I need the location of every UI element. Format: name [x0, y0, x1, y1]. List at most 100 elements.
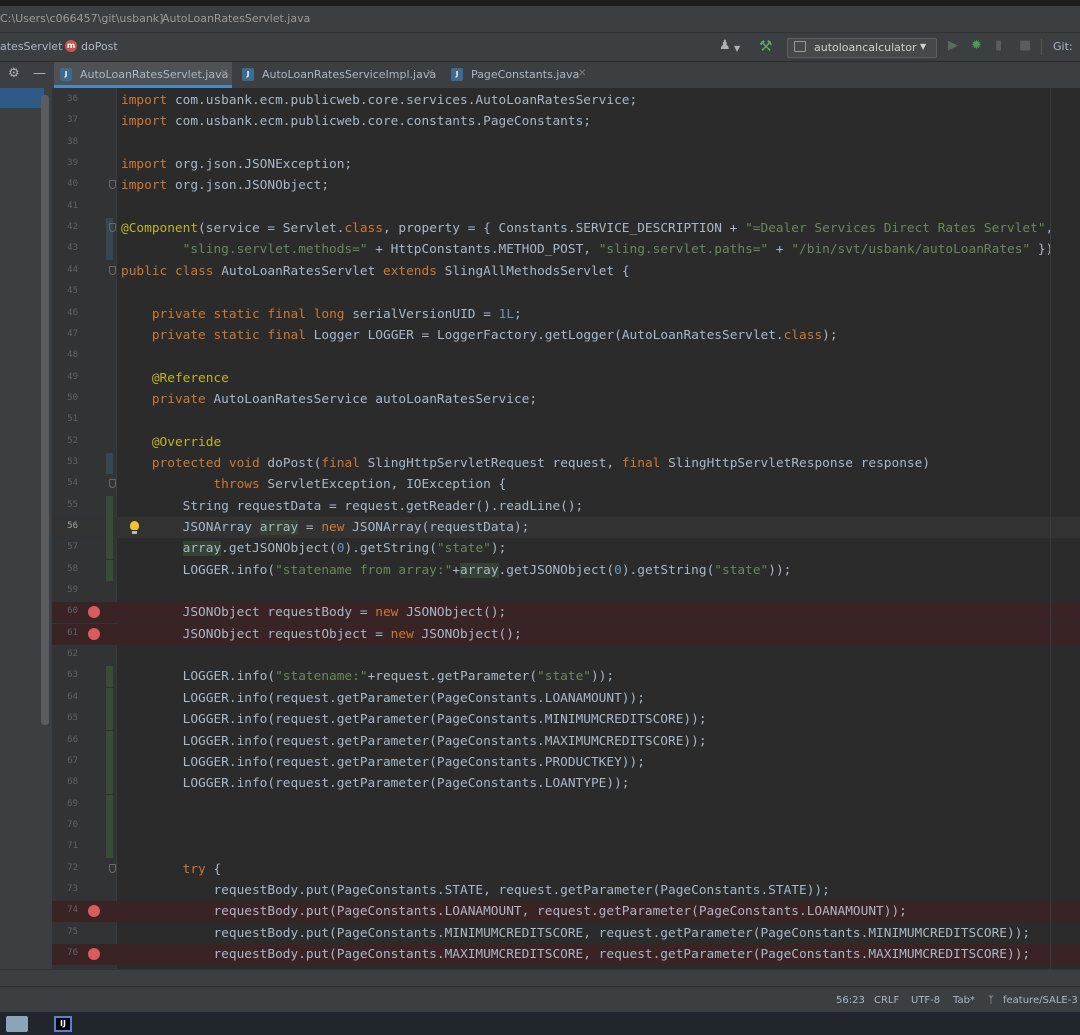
line-number[interactable]: 43	[52, 243, 78, 253]
line-number[interactable]: 61	[52, 628, 78, 638]
vcs-change-marker[interactable]	[106, 815, 113, 837]
line-number[interactable]: 40	[52, 179, 78, 189]
code-line[interactable]: 65 LOGGER.info(request.getParameter(Page…	[52, 709, 1080, 731]
code-line[interactable]: 41	[52, 197, 1080, 218]
line-number[interactable]: 56	[52, 521, 78, 531]
code-line[interactable]: 68 LOGGER.info(request.getParameter(Page…	[52, 773, 1080, 795]
code-line[interactable]: 58 LOGGER.info("statename from array:"+a…	[52, 559, 1080, 581]
code-text[interactable]: requestBody.put(PageConstants.MAXIMUMCRE…	[121, 945, 1030, 964]
code-text[interactable]: requestBody.put(PageConstants.STATE, req…	[121, 881, 829, 900]
code-text[interactable]: import com.usbank.ecm.publicweb.core.ser…	[121, 91, 637, 110]
run-icon[interactable]: ▶	[948, 39, 958, 53]
line-number[interactable]: 46	[52, 308, 78, 318]
code-line[interactable]: 67 LOGGER.info(request.getParameter(Page…	[52, 751, 1080, 773]
code-editor[interactable]: 36 import com.usbank.ecm.publicweb.core.s…	[52, 88, 1080, 969]
code-text[interactable]: LOGGER.info(request.getParameter(PageCon…	[121, 710, 707, 729]
minimize-icon[interactable]: —	[33, 67, 46, 81]
line-number[interactable]: 67	[52, 756, 78, 766]
code-line[interactable]: 69	[52, 794, 1080, 816]
line-number[interactable]: 76	[52, 948, 78, 958]
code-line[interactable]: 55 String requestData = request.getReade…	[52, 495, 1080, 517]
line-number[interactable]: 48	[52, 350, 78, 360]
line-number[interactable]: 38	[52, 137, 78, 147]
code-line[interactable]: 64 LOGGER.info(request.getParameter(Page…	[52, 687, 1080, 709]
code-line[interactable]: 60 JSONObject requestBody = new JSONObje…	[52, 602, 1080, 624]
code-text[interactable]: LOGGER.info(request.getParameter(PageCon…	[121, 732, 707, 751]
code-text[interactable]: LOGGER.info(request.getParameter(PageCon…	[121, 689, 645, 708]
fold-icon[interactable]	[109, 863, 116, 873]
indent-setting[interactable]: Tab*	[953, 995, 975, 1006]
line-number[interactable]: 45	[52, 286, 78, 296]
fold-icon[interactable]	[109, 479, 116, 489]
line-number[interactable]: 75	[52, 927, 78, 937]
code-line[interactable]: 74 requestBody.put(PageConstants.LOANAMO…	[52, 901, 1080, 923]
code-line[interactable]: 66 LOGGER.info(request.getParameter(Page…	[52, 730, 1080, 752]
breakpoint-icon[interactable]	[88, 905, 100, 918]
line-number[interactable]: 55	[52, 500, 78, 510]
code-line[interactable]: 70	[52, 815, 1080, 837]
line-number[interactable]: 54	[52, 478, 78, 488]
code-text[interactable]: JSONArray array = new JSONArray(requestD…	[121, 518, 529, 537]
line-number[interactable]: 65	[52, 713, 78, 723]
code-line[interactable]: 53 protected void doPost(final SlingHttp…	[52, 452, 1080, 474]
line-number[interactable]: 47	[52, 329, 78, 339]
vcs-change-marker[interactable]	[106, 495, 113, 517]
line-number[interactable]: 72	[52, 863, 78, 873]
line-number[interactable]: 68	[52, 777, 78, 787]
code-text[interactable]: "sling.servlet.methods=" + HttpConstants…	[121, 240, 1054, 259]
code-line[interactable]: 72 try {	[52, 859, 1080, 880]
line-number[interactable]: 73	[52, 884, 78, 894]
code-text[interactable]: private static final Logger LOGGER = Log…	[121, 326, 838, 345]
vcs-change-marker[interactable]	[106, 751, 113, 773]
vcs-change-marker[interactable]	[106, 837, 113, 859]
code-line[interactable]: 50 private AutoLoanRatesService autoLoan…	[52, 389, 1080, 410]
code-text[interactable]: @Reference	[121, 369, 229, 388]
breakpoint-icon[interactable]	[88, 627, 100, 640]
code-text[interactable]: requestBody.put(PageConstants.LOANAMOUNT…	[121, 902, 906, 921]
line-separator[interactable]: CRLF	[874, 995, 899, 1006]
code-text[interactable]: import org.json.JSONException;	[121, 155, 352, 174]
code-line[interactable]: 54 throws ServletException, IOException …	[52, 474, 1080, 495]
code-text[interactable]: @Override	[121, 433, 221, 452]
code-line[interactable]: 42 @Component(service = Servlet.class, pr…	[52, 218, 1080, 240]
code-text[interactable]: protected void doPost(final SlingHttpSer…	[121, 454, 930, 473]
code-text[interactable]: requestBody.put(PageConstants.MINIMUMCRE…	[121, 924, 1030, 943]
tab-autoloanratesservlet[interactable]: J AutoLoanRatesServlet.java ✕	[54, 62, 232, 88]
code-text[interactable]: private static final long serialVersionU…	[121, 305, 522, 324]
sidebar-scrollbar[interactable]	[41, 95, 49, 725]
code-line[interactable]: 51	[52, 410, 1080, 431]
code-line[interactable]: 49 @Reference	[52, 368, 1080, 389]
line-number[interactable]: 60	[52, 606, 78, 616]
code-text[interactable]: JSONObject requestObject = new JSONObjec…	[121, 625, 522, 644]
fold-icon[interactable]	[109, 180, 116, 190]
code-line[interactable]: 48	[52, 346, 1080, 367]
code-line[interactable]: 38	[52, 133, 1080, 154]
line-number[interactable]: 50	[52, 393, 78, 403]
code-line[interactable]: 75 requestBody.put(PageConstants.MINIMUM…	[52, 923, 1080, 944]
vcs-change-marker[interactable]	[106, 730, 113, 752]
code-text[interactable]: String requestData = request.getReader()…	[121, 497, 584, 516]
code-line[interactable]: 57 array.getJSONObject(0).getString("sta…	[52, 538, 1080, 560]
code-line[interactable]: 71	[52, 837, 1080, 859]
user-dropdown-icon[interactable]: ▼	[734, 42, 740, 56]
code-line[interactable]: 39 import org.json.JSONException;	[52, 154, 1080, 175]
line-number[interactable]: 41	[52, 201, 78, 211]
code-text[interactable]: LOGGER.info(request.getParameter(PageCon…	[121, 774, 630, 793]
build-hammer-icon[interactable]: ⚒	[759, 39, 772, 54]
code-line[interactable]: 44 public class AutoLoanRatesServlet exte…	[52, 261, 1080, 282]
debug-bug-icon[interactable]: ✹	[971, 39, 982, 53]
line-number[interactable]: 62	[52, 649, 78, 659]
code-text[interactable]: JSONObject requestBody = new JSONObject(…	[121, 603, 507, 622]
vcs-label[interactable]: Git:	[1053, 40, 1073, 53]
code-text[interactable]: @Component(service = Servlet.class, prop…	[121, 219, 1053, 238]
code-text[interactable]: array.getJSONObject(0).getString("state"…	[121, 539, 506, 558]
code-line[interactable]: 52 @Override	[52, 432, 1080, 453]
code-line[interactable]: 56 JSONArray array = new JSONArray(reque…	[52, 517, 1080, 538]
code-text[interactable]: import org.json.JSONObject;	[121, 176, 329, 195]
vcs-change-marker[interactable]	[106, 794, 113, 816]
code-line[interactable]: 76 requestBody.put(PageConstants.MAXIMUM…	[52, 944, 1080, 965]
line-number[interactable]: 51	[52, 414, 78, 424]
line-number[interactable]: 63	[52, 670, 78, 680]
code-line[interactable]: 73 requestBody.put(PageConstants.STATE, …	[52, 880, 1080, 901]
gear-icon[interactable]: ⚙	[8, 67, 20, 81]
